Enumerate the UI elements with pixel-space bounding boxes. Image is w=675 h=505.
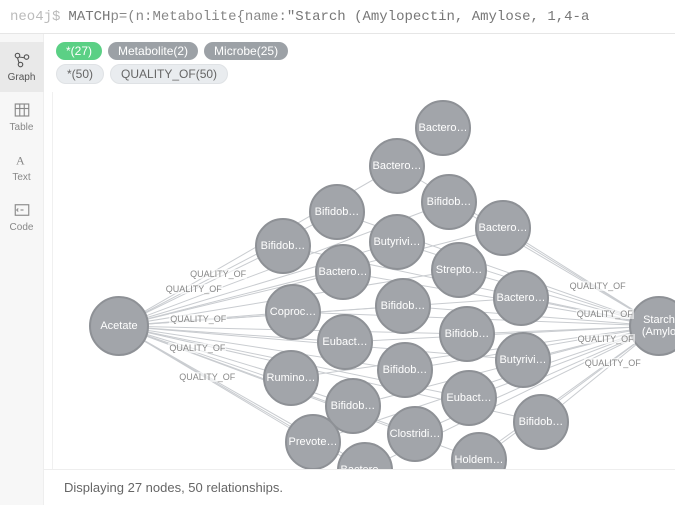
node-mid-7[interactable]: Bactero…	[315, 244, 371, 300]
graph-canvas[interactable]: AcetateStarch (AmyloBactero…Bactero…Bifi…	[52, 92, 675, 469]
table-icon	[13, 101, 31, 119]
view-table[interactable]: Table	[0, 92, 44, 142]
chip-star-nodes[interactable]: *(27)	[56, 42, 102, 60]
svg-text:A: A	[16, 154, 25, 168]
node-mid-4[interactable]: Butyrivi…	[369, 214, 425, 270]
node-mid-16[interactable]: Eubact…	[441, 370, 497, 426]
node-mid-1[interactable]: Bifidob…	[421, 174, 477, 230]
chip-metabolite[interactable]: Metabolite(2)	[108, 42, 198, 60]
node-mid-14[interactable]: Bifidob…	[377, 342, 433, 398]
view-sidebar: Graph Table A Text Code	[0, 34, 44, 505]
node-mid-5[interactable]: Bifidob…	[255, 218, 311, 274]
legend-chips-rels: *(50) QUALITY_OF(50)	[44, 64, 675, 88]
node-mid-3[interactable]: Bactero…	[475, 200, 531, 256]
text-icon: A	[13, 151, 31, 169]
node-mid-12[interactable]: Eubact…	[317, 314, 373, 370]
node-mid-top[interactable]: Bactero…	[415, 100, 471, 156]
query-bar[interactable]: neo4j$ MATCH p=(n: Metabolite { name : "…	[0, 0, 675, 34]
view-text[interactable]: A Text	[0, 142, 44, 192]
code-icon	[13, 201, 31, 219]
chip-quality-of[interactable]: QUALITY_OF(50)	[110, 64, 228, 84]
query-keyword: MATCH	[68, 9, 110, 25]
legend-chips: *(27) Metabolite(2) Microbe(25)	[44, 34, 675, 64]
node-mid-6[interactable]: Strepto…	[431, 242, 487, 298]
node-mid-8[interactable]: Bactero…	[493, 270, 549, 326]
status-bar: Displaying 27 nodes, 50 relationships.	[44, 469, 675, 505]
node-mid-18[interactable]: Bifidob…	[513, 394, 569, 450]
view-graph[interactable]: Graph	[0, 42, 44, 92]
view-code-label: Code	[10, 222, 34, 233]
view-text-label: Text	[12, 172, 30, 183]
node-mid-11[interactable]: Bifidob…	[439, 306, 495, 362]
node-mid-13[interactable]: Butyrivi…	[495, 332, 551, 388]
view-table-label: Table	[10, 122, 34, 133]
node-acetate[interactable]: Acetate	[89, 296, 149, 356]
node-mid-2[interactable]: Bifidob…	[309, 184, 365, 240]
query-prompt: neo4j$	[10, 9, 60, 25]
node-mid-20[interactable]: Prevote…	[285, 414, 341, 469]
node-mid-10[interactable]: Coproc…	[265, 284, 321, 340]
chip-microbe[interactable]: Microbe(25)	[204, 42, 288, 60]
graph-icon	[13, 51, 31, 69]
node-mid-9[interactable]: Bifidob…	[375, 278, 431, 334]
view-code[interactable]: Code	[0, 192, 44, 242]
chip-star-rels[interactable]: *(50)	[56, 64, 104, 84]
node-mid-19[interactable]: Clostridi…	[387, 406, 443, 462]
view-graph-label: Graph	[8, 72, 36, 83]
node-mid-0[interactable]: Bactero…	[369, 138, 425, 194]
node-mid-15[interactable]: Rumino…	[263, 350, 319, 406]
